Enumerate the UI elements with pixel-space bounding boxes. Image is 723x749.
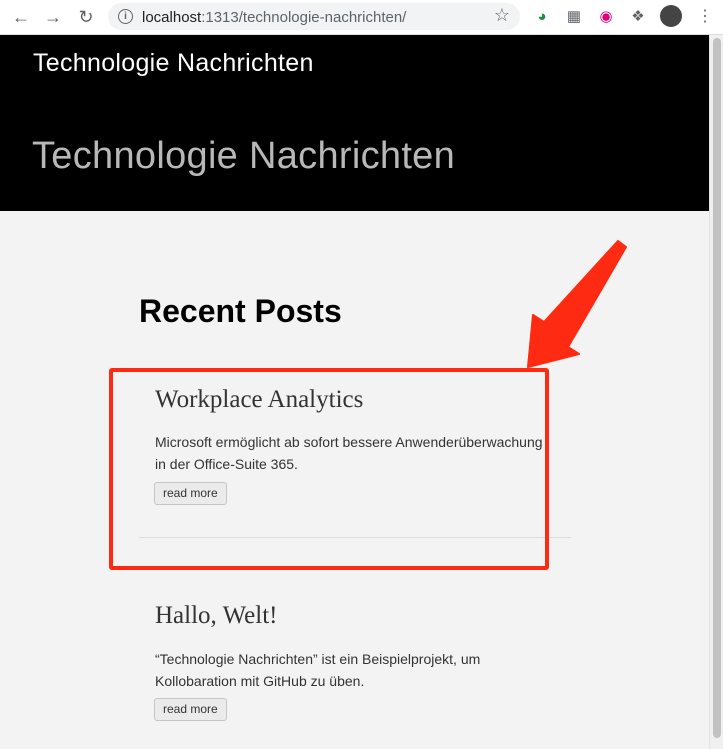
annotation-arrow-icon xyxy=(527,240,627,368)
